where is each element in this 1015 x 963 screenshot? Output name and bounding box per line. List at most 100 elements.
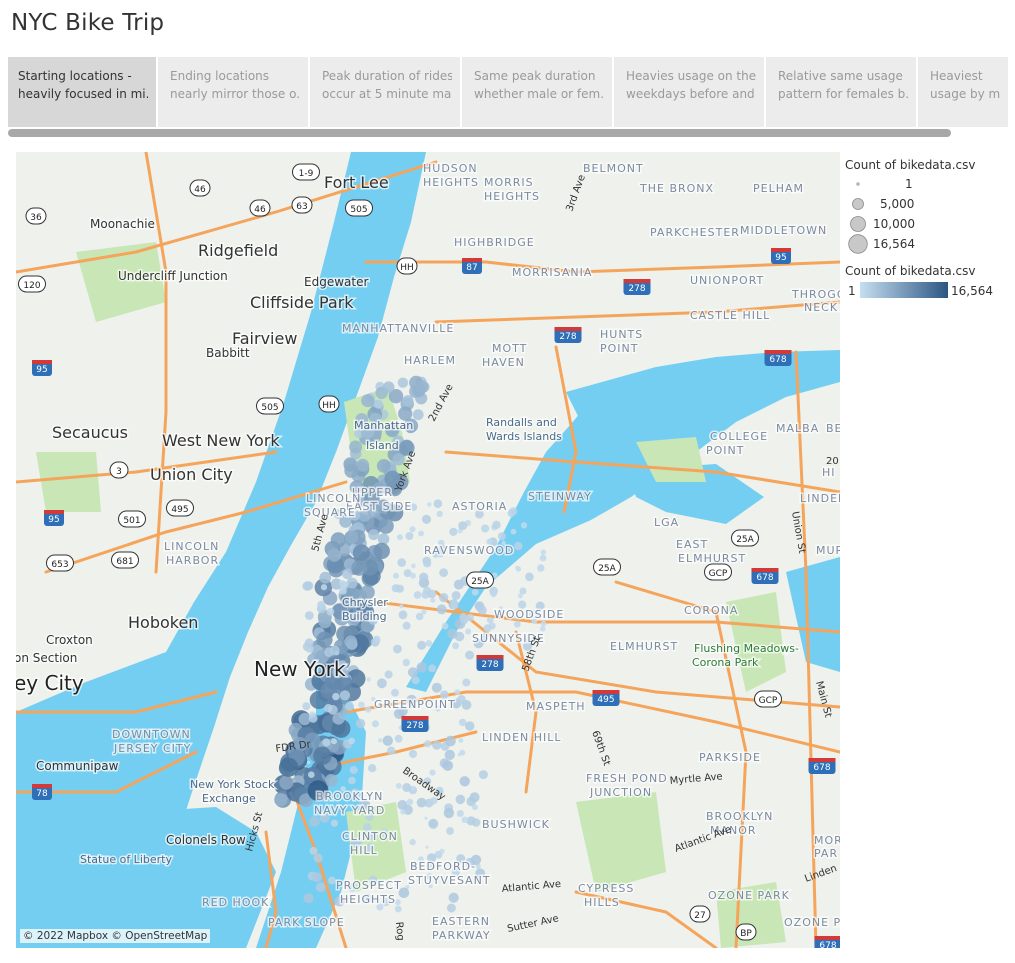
trip-start-dot[interactable] xyxy=(279,757,299,777)
story-point-1[interactable]: Starting locations - heavily focused in … xyxy=(8,57,158,127)
trip-start-dot[interactable] xyxy=(332,692,340,701)
trip-start-dot[interactable] xyxy=(466,816,476,826)
map-view[interactable]: Fort Lee Moonachie Ridgefield Undercliff Ju… xyxy=(16,152,840,948)
trip-start-dot[interactable] xyxy=(514,541,523,551)
trip-start-dot[interactable] xyxy=(373,399,383,409)
trip-start-dot[interactable] xyxy=(465,628,472,635)
trip-start-dot[interactable] xyxy=(351,560,367,576)
trip-start-dot[interactable] xyxy=(428,664,437,673)
trip-start-dot[interactable] xyxy=(344,635,358,649)
trip-start-dot[interactable] xyxy=(513,620,521,628)
trip-start-dot[interactable] xyxy=(349,766,358,774)
trip-start-dot[interactable] xyxy=(397,558,407,567)
trip-start-dot[interactable] xyxy=(398,610,408,620)
trip-start-dot[interactable] xyxy=(439,848,445,854)
trip-start-dot[interactable] xyxy=(399,604,404,609)
trip-start-dot[interactable] xyxy=(509,507,518,516)
trip-start-dot[interactable] xyxy=(355,718,366,729)
trip-start-dot[interactable] xyxy=(319,571,332,584)
trip-start-dot[interactable] xyxy=(539,625,546,632)
trip-start-dot[interactable] xyxy=(315,882,326,893)
trip-start-dot[interactable] xyxy=(308,771,315,778)
trip-start-dot[interactable] xyxy=(427,589,437,599)
trip-start-dot[interactable] xyxy=(409,838,416,846)
trip-start-dot[interactable] xyxy=(394,734,403,743)
trip-start-dot[interactable] xyxy=(348,737,356,745)
trip-start-dot[interactable] xyxy=(365,706,372,713)
trip-start-dot[interactable] xyxy=(344,530,359,544)
trip-start-dot[interactable] xyxy=(421,514,432,524)
trip-start-dot[interactable] xyxy=(378,738,383,743)
trip-start-dot[interactable] xyxy=(515,565,520,570)
trip-start-dot[interactable] xyxy=(328,876,336,885)
trip-start-dot[interactable] xyxy=(358,701,365,708)
trip-start-dot[interactable] xyxy=(411,786,415,791)
trip-start-dot[interactable] xyxy=(326,607,335,616)
trip-start-dot[interactable] xyxy=(330,738,337,745)
trip-start-dot[interactable] xyxy=(433,499,443,509)
trip-start-dot[interactable] xyxy=(394,905,402,913)
trip-start-dot[interactable] xyxy=(464,818,468,822)
trip-start-dot[interactable] xyxy=(348,776,356,785)
story-point-2[interactable]: Ending locations nearly mirror those o.. xyxy=(160,57,310,127)
trip-start-dot[interactable] xyxy=(462,678,471,687)
trip-start-dot[interactable] xyxy=(313,853,323,863)
trip-start-dot[interactable] xyxy=(410,572,416,579)
trip-start-dot[interactable] xyxy=(368,764,377,773)
trip-start-dot[interactable] xyxy=(405,532,414,540)
trip-start-dot[interactable] xyxy=(540,620,547,627)
trip-start-dot[interactable] xyxy=(429,769,436,776)
trip-start-dot[interactable] xyxy=(311,872,322,883)
trip-start-dot[interactable] xyxy=(279,775,294,790)
trip-start-dot[interactable] xyxy=(373,542,390,560)
trip-start-dot[interactable] xyxy=(416,797,427,808)
trip-start-dot[interactable] xyxy=(317,600,326,609)
trip-start-dot[interactable] xyxy=(391,688,399,697)
trip-start-dot[interactable] xyxy=(441,622,449,630)
trip-start-dot[interactable] xyxy=(303,893,314,904)
trip-start-dot[interactable] xyxy=(486,616,494,624)
trip-start-dot[interactable] xyxy=(430,597,436,603)
trip-start-dot[interactable] xyxy=(443,807,455,819)
trip-start-dot[interactable] xyxy=(378,518,394,534)
trip-start-dot[interactable] xyxy=(349,440,363,454)
trip-start-dot[interactable] xyxy=(539,554,547,562)
trip-start-dot[interactable] xyxy=(411,676,420,685)
trip-start-dot[interactable] xyxy=(304,638,314,648)
trip-start-dot[interactable] xyxy=(490,590,497,598)
trip-start-dot[interactable] xyxy=(345,701,354,711)
trip-start-dot[interactable] xyxy=(397,534,403,541)
trip-start-dot[interactable] xyxy=(393,572,399,579)
trip-start-dot[interactable] xyxy=(415,380,429,394)
trip-start-dot[interactable] xyxy=(520,522,528,529)
trip-start-dot[interactable] xyxy=(395,783,402,789)
trip-start-dot[interactable] xyxy=(436,510,443,518)
trip-start-dot[interactable] xyxy=(446,903,456,913)
trip-start-dot[interactable] xyxy=(352,544,370,562)
trip-start-dot[interactable] xyxy=(304,611,314,620)
trip-start-dot[interactable] xyxy=(402,658,410,667)
trip-start-dot[interactable] xyxy=(456,810,464,817)
trip-start-dot[interactable] xyxy=(408,749,418,759)
story-point-4[interactable]: Same peak duration whether male or fem.. xyxy=(464,57,614,127)
trip-start-dot[interactable] xyxy=(466,613,474,622)
trip-start-dot[interactable] xyxy=(525,572,534,582)
trip-start-dot[interactable] xyxy=(366,677,371,682)
trip-start-dot[interactable] xyxy=(382,381,395,393)
map-attribution[interactable]: © 2022 Mapbox © OpenStreetMap xyxy=(20,929,211,943)
trip-start-dot[interactable] xyxy=(451,591,461,600)
trip-start-dot[interactable] xyxy=(342,568,353,580)
trip-start-dot[interactable] xyxy=(400,809,406,815)
trip-start-dot[interactable] xyxy=(339,690,351,701)
trip-start-dot[interactable] xyxy=(432,740,442,750)
trip-start-dot[interactable] xyxy=(427,502,432,507)
trip-start-dot[interactable] xyxy=(402,783,412,792)
trip-start-dot[interactable] xyxy=(465,650,475,660)
trip-start-dot[interactable] xyxy=(458,738,464,743)
trip-start-dot[interactable] xyxy=(306,760,311,765)
trip-start-dot[interactable] xyxy=(458,521,468,531)
trip-start-dot[interactable] xyxy=(339,587,347,595)
trip-start-dot[interactable] xyxy=(439,593,449,603)
trip-start-dot[interactable] xyxy=(308,714,318,723)
trip-start-dot[interactable] xyxy=(402,621,411,630)
